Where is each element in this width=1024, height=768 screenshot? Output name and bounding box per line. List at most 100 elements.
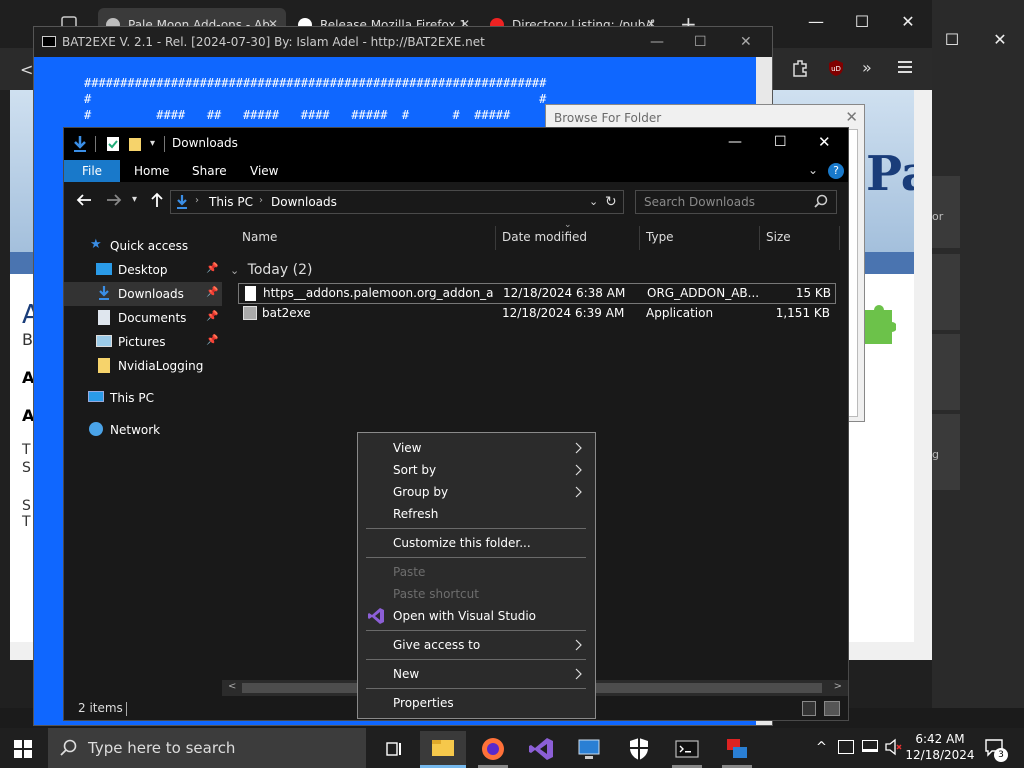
- ublock-shield-icon[interactable]: uD: [826, 58, 846, 78]
- window-maximize-button[interactable]: ☐: [932, 30, 972, 49]
- firefox-icon[interactable]: [478, 734, 508, 764]
- folder-icon: [98, 358, 110, 373]
- visual-studio-icon: [368, 608, 384, 624]
- extensions-puzzle-icon[interactable]: [790, 58, 810, 78]
- tab-share[interactable]: Share: [178, 160, 241, 182]
- windows-security-shield-icon[interactable]: [624, 734, 654, 764]
- nav-quick-access[interactable]: ★ Quick access: [64, 234, 222, 258]
- system-clock[interactable]: 6:42 AM 12/18/2024: [905, 731, 975, 763]
- menu-item-customize-folder[interactable]: Customize this folder...: [359, 532, 594, 554]
- submenu-arrow-icon: [575, 668, 582, 680]
- tab-file[interactable]: File: [64, 160, 120, 182]
- side-card-text: or: [932, 210, 944, 223]
- remote-desktop-icon[interactable]: [574, 734, 604, 764]
- up-arrow-icon[interactable]: [150, 192, 164, 208]
- menu-item-group-by[interactable]: Group by: [359, 481, 594, 503]
- customize-toolbar-dropdown-icon[interactable]: ▾: [150, 138, 155, 149]
- menu-item-view[interactable]: View: [359, 437, 594, 459]
- bat2exe-maximize-button[interactable]: ☐: [694, 34, 707, 50]
- network-icon[interactable]: [862, 740, 878, 752]
- back-arrow-icon[interactable]: [76, 193, 92, 207]
- search-downloads-input[interactable]: Search Downloads: [635, 190, 837, 214]
- properties-check-icon[interactable]: [106, 136, 120, 152]
- nav-downloads[interactable]: Downloads 📌: [64, 282, 222, 306]
- menu-item-properties[interactable]: Properties: [359, 692, 594, 714]
- refresh-icon[interactable]: ↻: [605, 194, 617, 210]
- new-folder-icon[interactable]: [128, 136, 144, 152]
- menu-item-refresh[interactable]: Refresh: [359, 503, 594, 525]
- nav-this-pc[interactable]: This PC: [64, 386, 222, 410]
- column-header-size[interactable]: Size: [760, 226, 840, 250]
- overflow-chevrons-icon[interactable]: »: [862, 58, 872, 77]
- taskbar-search-box[interactable]: Type here to search: [48, 728, 366, 768]
- nav-desktop[interactable]: Desktop 📌: [64, 258, 222, 282]
- task-view-icon[interactable]: [378, 734, 408, 764]
- menu-item-paste[interactable]: Paste: [359, 561, 594, 583]
- nav-network[interactable]: Network: [64, 418, 222, 442]
- nav-nvidialogging[interactable]: NvidiaLogging: [64, 354, 222, 378]
- submenu-arrow-icon: [575, 639, 582, 651]
- breadcrumb-downloads[interactable]: Downloads: [271, 195, 337, 209]
- page-vertical-scrollbar[interactable]: [914, 90, 932, 660]
- bat2exe-minimize-button[interactable]: —: [650, 34, 664, 50]
- column-header-type[interactable]: Type: [640, 226, 760, 250]
- address-bar[interactable]: › This PC › Downloads ⌄ ↻: [170, 190, 624, 214]
- breadcrumb-this-pc[interactable]: This PC: [209, 195, 253, 209]
- desktop-icon: [96, 263, 112, 275]
- visual-studio-taskbar-icon[interactable]: [526, 734, 556, 764]
- browser-minimize-button[interactable]: —: [796, 12, 836, 31]
- pin-icon: 📌: [206, 287, 219, 298]
- menu-item-paste-shortcut[interactable]: Paste shortcut: [359, 583, 594, 605]
- tab-home[interactable]: Home: [120, 160, 183, 182]
- notification-count-badge: 3: [994, 748, 1008, 762]
- file-explorer-taskbar-icon[interactable]: [420, 731, 466, 765]
- start-windows-icon[interactable]: [14, 740, 32, 758]
- menu-item-give-access-to[interactable]: Give access to: [359, 634, 594, 656]
- taskbar: Type here to search ^ 6:42 AM 12/18/2024…: [0, 728, 1024, 768]
- volume-muted-icon[interactable]: [884, 738, 902, 756]
- explorer-maximize-button[interactable]: ☐: [774, 134, 787, 150]
- page-body-fragment: B: [22, 330, 33, 349]
- svg-text:uD: uD: [831, 65, 841, 73]
- tray-app-icon[interactable]: [838, 740, 854, 754]
- bat2exe-close-button[interactable]: ✕: [740, 34, 752, 50]
- scroll-left-arrow-icon[interactable]: <: [228, 681, 236, 692]
- large-icons-view-icon[interactable]: [824, 701, 840, 716]
- menu-item-new[interactable]: New: [359, 663, 594, 685]
- expand-ribbon-chevron-icon[interactable]: ⌄: [808, 163, 818, 177]
- right-side-window: ☐ ✕ or g: [932, 0, 1024, 708]
- command-prompt-icon[interactable]: [672, 734, 702, 764]
- menu-item-sort-by[interactable]: Sort by: [359, 459, 594, 481]
- group-header-today[interactable]: ⌄ Today (2): [230, 262, 312, 278]
- bat2exe-taskbar-icon[interactable]: [722, 734, 752, 764]
- browser-maximize-button[interactable]: ☐: [842, 12, 882, 31]
- help-icon[interactable]: ?: [828, 163, 844, 179]
- download-arrow-icon: [72, 135, 88, 153]
- hamburger-menu-icon[interactable]: [898, 60, 914, 74]
- nav-pictures[interactable]: Pictures 📌: [64, 330, 222, 354]
- explorer-close-button[interactable]: ✕: [818, 133, 831, 151]
- dialog-close-button[interactable]: ✕: [845, 108, 858, 126]
- submenu-arrow-icon: [575, 486, 582, 498]
- forward-arrow-icon[interactable]: [106, 193, 122, 207]
- search-icon: [814, 194, 828, 208]
- window-close-button[interactable]: ✕: [980, 30, 1020, 49]
- show-hidden-icons-chevron-icon[interactable]: ^: [816, 740, 827, 755]
- submenu-arrow-icon: [575, 464, 582, 476]
- explorer-minimize-button[interactable]: —: [728, 134, 742, 150]
- scroll-right-arrow-icon[interactable]: >: [834, 681, 842, 692]
- address-history-chevron-icon[interactable]: ⌄: [589, 195, 598, 208]
- details-view-icon[interactable]: [802, 701, 816, 716]
- tab-view[interactable]: View: [236, 160, 292, 182]
- submenu-arrow-icon: [575, 442, 582, 454]
- explorer-titlebar: ▾ Downloads — ☐ ✕: [64, 128, 848, 160]
- column-header-name[interactable]: Name: [236, 226, 496, 250]
- recent-locations-chevron-icon[interactable]: ▾: [132, 194, 137, 205]
- browser-close-button[interactable]: ✕: [888, 12, 928, 31]
- file-row[interactable]: https__addons.palemoon.org_addon_ab... 1…: [238, 283, 836, 304]
- file-row[interactable]: bat2exe 12/18/2024 6:39 AM Application 1…: [238, 304, 836, 325]
- back-arrow-icon[interactable]: <: [20, 60, 33, 79]
- star-icon: ★: [90, 237, 102, 252]
- menu-item-open-with-visual-studio[interactable]: Open with Visual Studio: [359, 605, 594, 627]
- nav-documents[interactable]: Documents 📌: [64, 306, 222, 330]
